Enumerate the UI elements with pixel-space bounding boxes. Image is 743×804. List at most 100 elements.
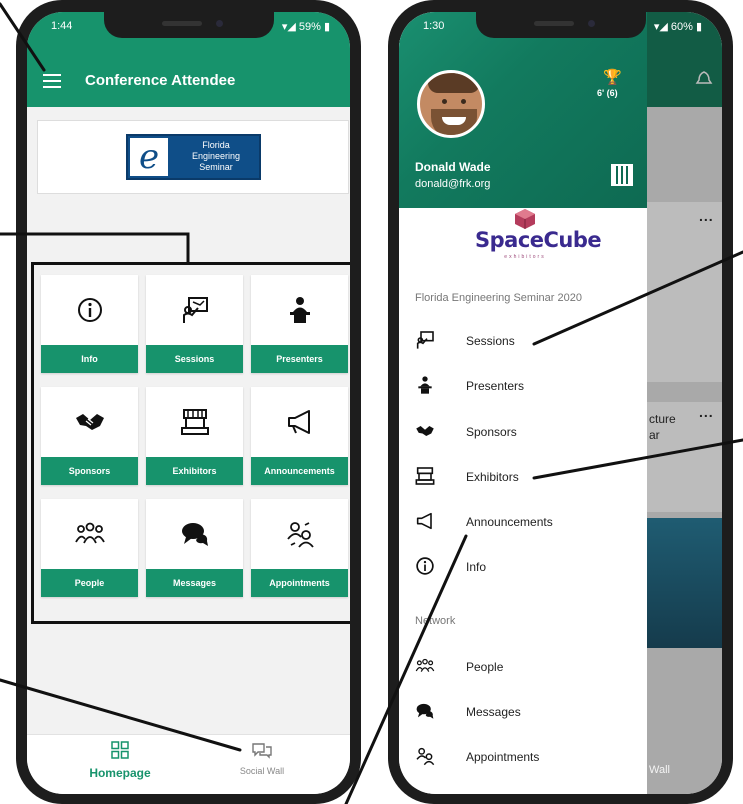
right-phone-screen: ... ... cture ar Wall 1:30 ▾◢ 60% ▮ 🏆 6'… [399,12,722,794]
tile-info[interactable]: Info [41,275,138,373]
tile-label: Sessions [146,345,243,373]
drawer-item-sponsors[interactable]: Sponsors [415,419,637,443]
tile-label: Exhibitors [146,457,243,485]
tile-label: Announcements [251,457,348,485]
event-logo-card: e Florida Engineering Seminar [37,120,349,194]
phone-notch [475,12,646,38]
event-logo-mark: e [130,138,168,176]
background-nav-label: Wall [649,764,670,776]
drawer-item-label: Exhibitors [466,470,519,484]
presenter-icon [251,293,348,327]
tile-appointments[interactable]: Appointments [251,499,348,597]
drawer-item-sessions[interactable]: Sessions [415,328,637,352]
drawer-item-presenters[interactable]: Presenters [415,373,637,397]
drawer-item-label: People [466,660,504,674]
background-post-text: cture [649,412,676,426]
tile-label: People [41,569,138,597]
battery-icon: ▮ [692,21,702,33]
battery-percent: 60% [670,21,693,33]
event-logo-line: Seminar [199,162,233,172]
sponsor-logo[interactable]: SpaceCube exhibitors [475,208,602,266]
trophy-icon: 🏆 [603,69,622,86]
post-more-icon: ... [699,208,714,224]
notification-icon [695,71,713,84]
drawer-item-people[interactable]: People [415,654,637,678]
drawer-item-label: Sessions [466,334,515,348]
presenter-icon [415,375,435,395]
tile-sponsors[interactable]: Sponsors [41,387,138,485]
drawer-section-network: Network [415,615,456,627]
tile-label: Info [41,345,138,373]
megaphone-icon [415,511,435,531]
drawer-item-appointments[interactable]: Appointments [415,744,637,768]
left-phone: 1:44 ▾◢ 59% ▮ Conference Attendee e Flor… [16,0,361,804]
navigation-drawer: 🏆 6' (6) Donald Wade donald@frk.org Spac… [399,12,647,794]
drawer-item-label: Announcements [466,515,553,529]
nav-social-wall[interactable]: Social Wall [207,741,317,776]
social-wall-icon [252,743,272,759]
hamburger-menu-icon[interactable] [43,74,61,88]
sponsor-logo-tagline: exhibitors [504,254,546,260]
drawer-item-label: Sponsors [466,425,517,439]
tile-announcements[interactable]: Announcements [251,387,348,485]
presentation-icon [146,293,243,327]
bottom-navigation: Homepage Social Wall [27,734,350,794]
drawer-item-label: Messages [466,705,521,719]
info-icon [415,556,435,576]
nav-social-wall-label: Social Wall [239,766,285,776]
event-logo-text: Florida Engineering Seminar [176,140,256,173]
tile-exhibitors[interactable]: Exhibitors [146,387,243,485]
handshake-icon [415,421,435,441]
battery-percent: 59% [298,21,321,33]
tile-sessions[interactable]: Sessions [146,275,243,373]
drawer-item-announcements[interactable]: Announcements [415,509,637,533]
drawer-item-label: Info [466,560,487,574]
avatar[interactable] [417,70,485,138]
post-more-icon: ... [699,404,714,420]
appointments-icon [415,746,435,766]
people-icon [41,517,138,551]
drawer-item-label: Presenters [466,379,525,393]
qr-code-icon[interactable] [611,164,633,186]
drawer-profile-header: 🏆 6' (6) Donald Wade donald@frk.org [399,12,647,208]
avatar-eye [442,99,447,104]
tile-messages[interactable]: Messages [146,499,243,597]
status-time: 1:30 [423,20,445,32]
phone-notch [103,12,274,38]
user-name: Donald Wade [415,160,491,174]
status-indicators: ▾◢ 59% ▮ [282,20,330,33]
user-email: donald@frk.org [415,178,491,190]
signal-icon: ▾◢ [281,21,299,33]
status-indicators: ▾◢ 60% ▮ [654,20,702,33]
sponsor-logo-name: SpaceCube [475,228,602,252]
megaphone-icon [251,405,348,439]
booth-icon [415,466,435,486]
feature-grid: Info Sessions Presenters Sponsors Exhibi… [31,262,350,624]
tile-label: Messages [146,569,243,597]
right-phone: ... ... cture ar Wall 1:30 ▾◢ 60% ▮ 🏆 6'… [388,0,733,804]
chat-bubbles-icon [146,517,243,551]
nav-homepage[interactable]: Homepage [65,741,175,780]
drawer-item-info[interactable]: Info [415,554,637,578]
battery-icon: ▮ [320,21,330,33]
status-time: 1:44 [51,20,73,32]
tile-label: Sponsors [41,457,138,485]
presentation-icon [415,330,435,350]
page-title: Conference Attendee [85,72,236,89]
chat-bubbles-icon [415,701,435,721]
drawer-item-exhibitors[interactable]: Exhibitors [415,464,637,488]
handshake-icon [41,405,138,439]
booth-icon [146,405,243,439]
event-logo-line: Engineering [191,151,241,161]
drawer-item-messages[interactable]: Messages [415,699,637,723]
appointments-icon [251,517,348,551]
drawer-section-event: Florida Engineering Seminar 2020 [415,292,582,304]
tile-label: Presenters [251,345,348,373]
tile-people[interactable]: People [41,499,138,597]
tile-presenters[interactable]: Presenters [251,275,348,373]
people-icon [415,656,435,676]
drawer-item-label: Appointments [466,750,540,764]
grid-icon [111,741,129,759]
event-logo: e Florida Engineering Seminar [126,134,261,180]
signal-icon: ▾◢ [653,21,671,33]
